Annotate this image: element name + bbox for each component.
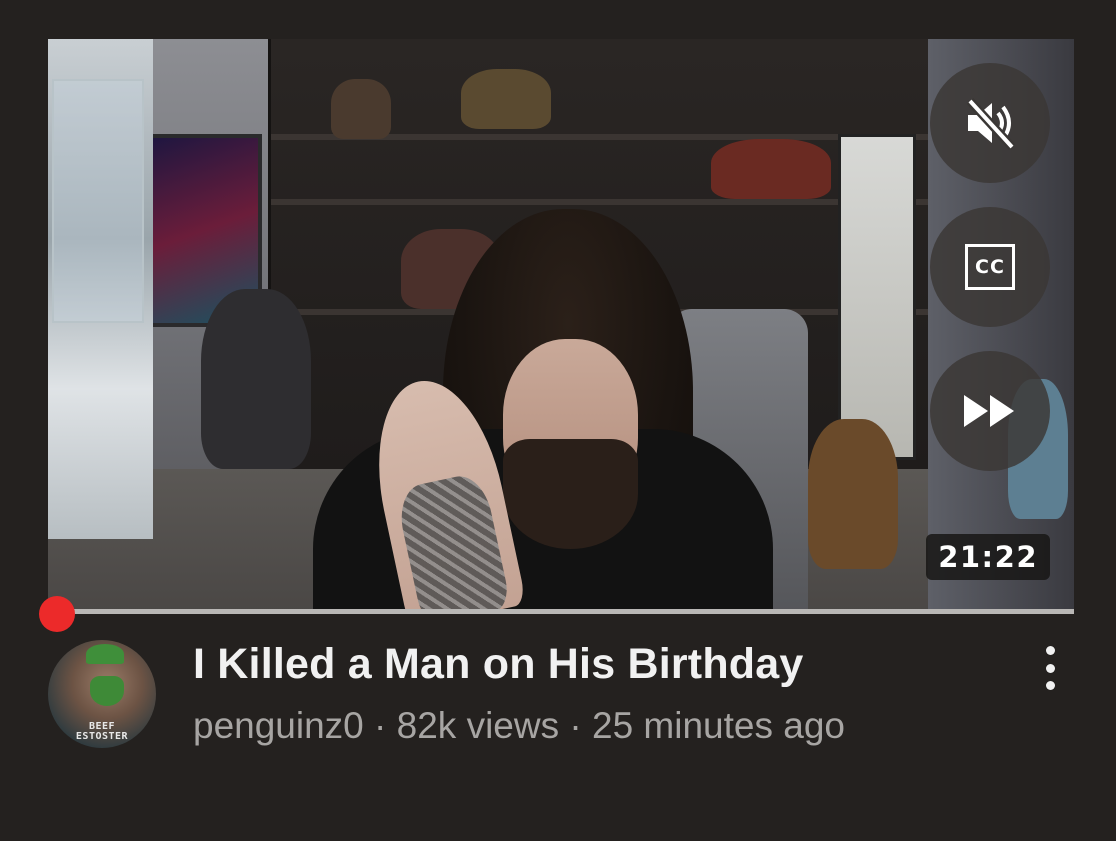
fast-forward-icon [964, 395, 1014, 427]
channel-avatar[interactable]: BEEF ESTOSTER [48, 640, 156, 748]
video-title[interactable]: I Killed a Man on His Birthday [193, 640, 803, 689]
meta-separator: · [363, 705, 397, 746]
duration-badge: 21:22 [926, 534, 1050, 580]
progress-bar[interactable] [48, 609, 1074, 614]
avatar-beard [90, 676, 124, 706]
meta-separator: · [559, 705, 592, 746]
video-player[interactable]: CC 21:22 [48, 39, 1074, 612]
captions-icon: CC [965, 244, 1015, 290]
view-count: 82k views [396, 705, 560, 746]
more-options-button[interactable] [1030, 646, 1070, 690]
more-options-icon [1045, 646, 1055, 655]
avatar-caption: BEEF ESTOSTER [75, 721, 129, 742]
upload-age: 25 minutes ago [592, 705, 846, 746]
captions-button[interactable]: CC [930, 207, 1050, 327]
mute-button[interactable] [930, 63, 1050, 183]
fast-forward-button[interactable] [930, 351, 1050, 471]
video-thumbnail-frame [48, 39, 1074, 612]
channel-name[interactable]: penguinz0 [193, 705, 364, 746]
muted-speaker-icon [966, 97, 1016, 151]
progress-scrubber[interactable] [39, 596, 75, 632]
video-metadata: penguinz0 · 82k views · 25 minutes ago [193, 705, 845, 747]
avatar-hat [86, 644, 124, 664]
